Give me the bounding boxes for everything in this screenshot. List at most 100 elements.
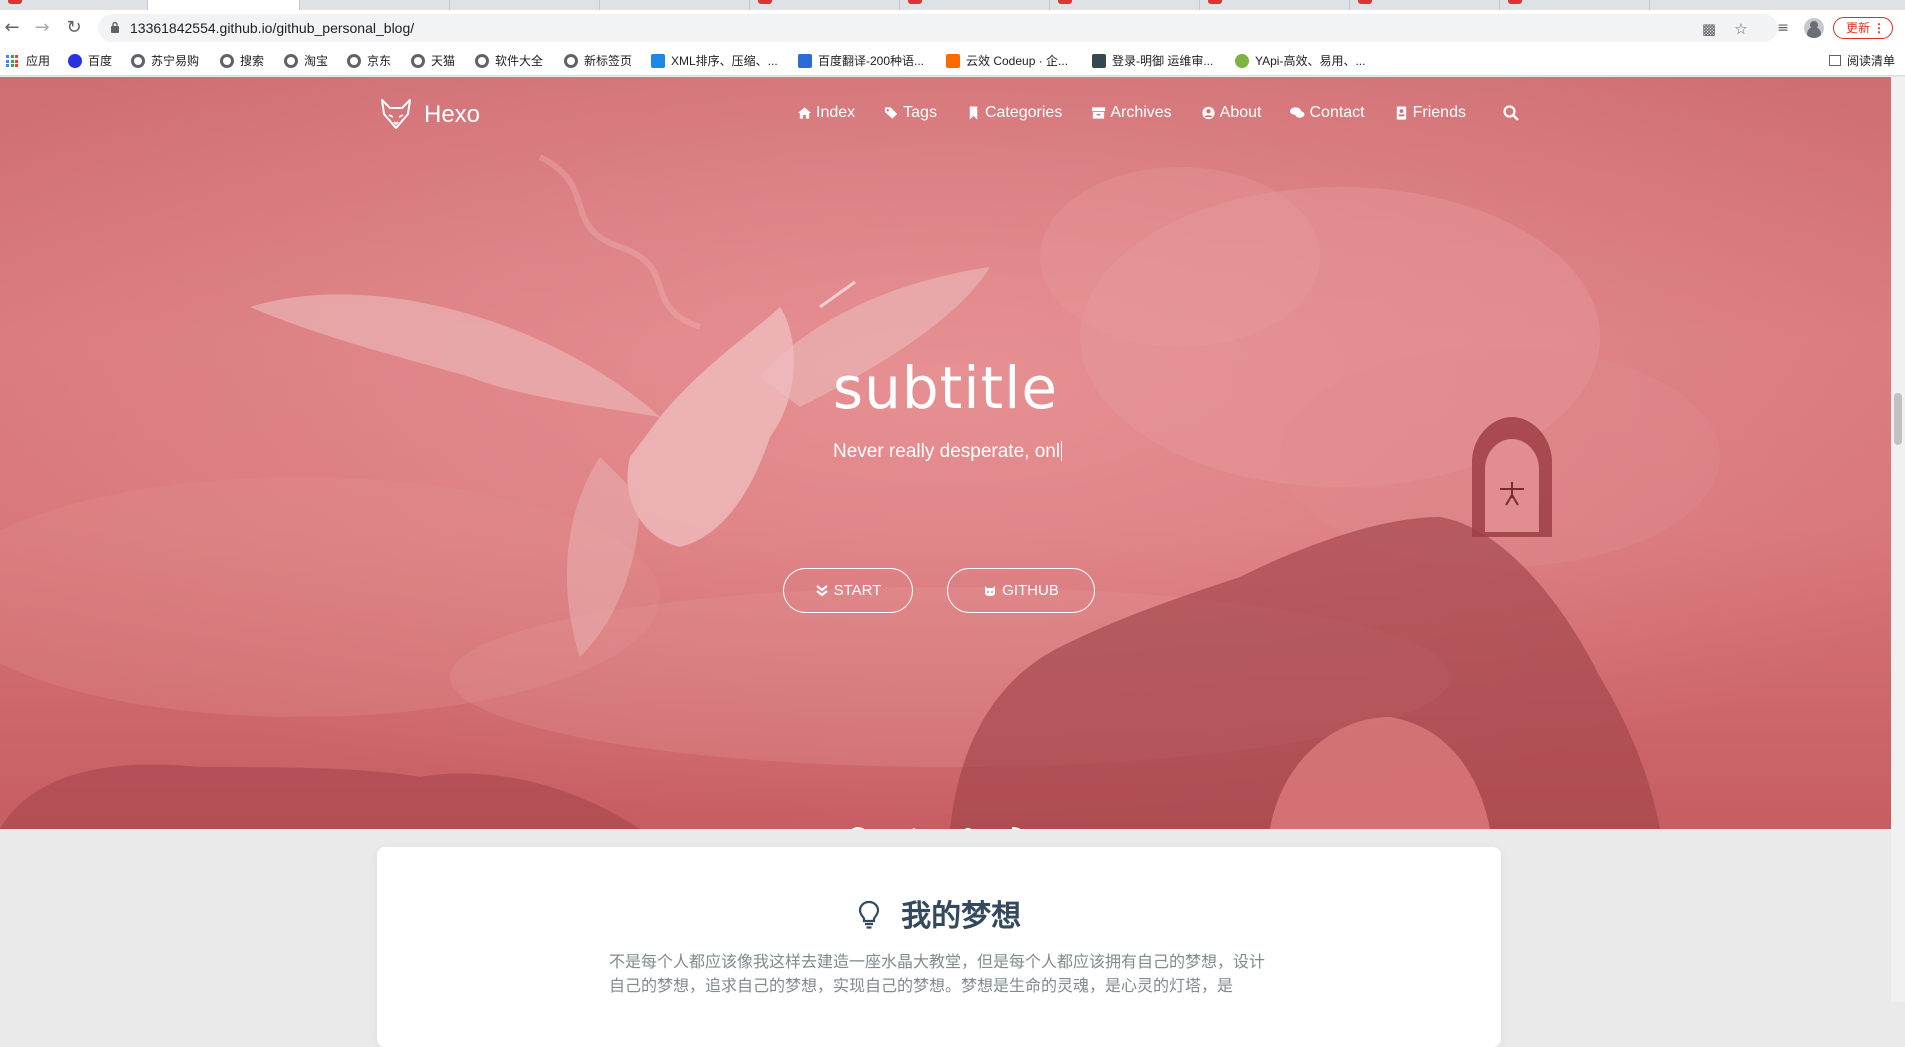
update-label: 更新: [1846, 21, 1871, 35]
typed-text: Never really desperate, onl: [833, 441, 1061, 462]
bookmarks-bar: 应用 百度 苏宁易购 搜索 淘宝 京东 天猫 软件大全 新标签页 XML排序、压…: [0, 46, 1905, 76]
bookmark-search[interactable]: 搜索: [220, 46, 264, 76]
start-label: START: [833, 582, 882, 599]
site-brand: Hexo: [424, 101, 481, 128]
back-icon[interactable]: ←: [0, 16, 24, 40]
bookmark-codeup[interactable]: 云效 Codeup · 企...: [946, 46, 1068, 76]
forward-icon[interactable]: →: [30, 16, 54, 40]
site-logo[interactable]: Hexo: [380, 95, 480, 135]
more-menu-icon: ⋮: [1873, 21, 1885, 35]
globe-icon: [220, 54, 234, 68]
bookmark-jd[interactable]: 京东: [347, 46, 391, 76]
browser-tab[interactable]: [0, 0, 148, 10]
translate-icon: [798, 54, 812, 68]
globe-icon: [284, 54, 298, 68]
browser-toolbar: ← → ↻ 13361842554.github.io/github_perso…: [0, 10, 1905, 46]
bookmark-tmall[interactable]: 天猫: [411, 46, 455, 76]
bookmark-yapi[interactable]: YApi-高效、易用、...: [1235, 46, 1365, 76]
codeup-icon: [946, 54, 960, 68]
address-book-icon: [1396, 106, 1406, 120]
bookmark-label: 京东: [367, 54, 392, 68]
browser-tab[interactable]: [1350, 0, 1500, 10]
search-icon[interactable]: [1503, 105, 1519, 121]
start-button[interactable]: START: [783, 568, 913, 613]
email-icon[interactable]: [903, 826, 925, 829]
globe-icon: [475, 54, 489, 68]
shield-icon: [1092, 54, 1106, 68]
nav-tags[interactable]: Tags: [884, 104, 937, 122]
bookmark-label: 新标签页: [584, 54, 633, 68]
qq-icon[interactable]: [957, 826, 979, 829]
home-icon: [797, 107, 812, 119]
globe-icon: [411, 54, 425, 68]
nav-categories[interactable]: Categories: [966, 104, 1062, 122]
bookmark-bastion[interactable]: 登录-明御 运维审...: [1092, 46, 1213, 76]
github-button[interactable]: GITHUB: [947, 568, 1095, 613]
nav-archives[interactable]: Archives: [1091, 104, 1172, 122]
translate-page-icon[interactable]: ▩: [1700, 20, 1718, 38]
reading-list-icon: [1828, 55, 1841, 66]
comments-icon: [1290, 107, 1306, 118]
browser-tab[interactable]: [600, 0, 750, 10]
nav-label: Contact: [1309, 104, 1365, 121]
nav-label: Index: [816, 104, 856, 121]
media-control-icon[interactable]: ≡: [1772, 17, 1794, 39]
nav-friends[interactable]: Friends: [1394, 104, 1466, 122]
browser-tab[interactable]: [1050, 0, 1200, 10]
browser-tab[interactable]: [750, 0, 900, 10]
baidu-icon: [68, 54, 82, 68]
address-bar[interactable]: 13361842554.github.io/github_personal_bl…: [98, 14, 1778, 42]
bookmark-star-icon[interactable]: ☆: [1732, 20, 1750, 38]
reading-list-label: 阅读清单: [1846, 54, 1895, 68]
bookmark-label: 搜索: [240, 54, 265, 68]
archive-icon: [1092, 107, 1106, 119]
nav-contact[interactable]: Contact: [1290, 104, 1365, 122]
fox-logo-icon: [381, 99, 411, 129]
nav-label: Tags: [903, 104, 937, 121]
browser-tab[interactable]: [1500, 0, 1650, 10]
card-body-text: 不是每个人都应该像我这样去建造一座水晶大教堂，但是每个人都应该拥有自己的梦想，设…: [609, 954, 1266, 995]
bookmark-label: 天猫: [431, 54, 456, 68]
browser-tab[interactable]: [900, 0, 1050, 10]
nav-index[interactable]: Index: [797, 104, 855, 122]
bookmark-label: XML排序、压缩、...: [671, 54, 778, 68]
github-icon[interactable]: [847, 826, 869, 829]
bookmark-label: YApi-高效、易用、...: [1255, 54, 1366, 68]
browser-tab[interactable]: [1200, 0, 1350, 10]
browser-tab[interactable]: [450, 0, 600, 10]
chevrons-down-icon: [815, 584, 828, 596]
bookmark-xml[interactable]: XML排序、压缩、...: [651, 46, 778, 76]
profile-avatar[interactable]: [1804, 18, 1824, 38]
browser-tab-active[interactable]: [148, 0, 300, 10]
github-label: GITHUB: [1002, 582, 1059, 599]
lightbulb-icon: [858, 900, 879, 929]
reload-icon[interactable]: ↻: [62, 16, 86, 40]
bookmark-label: 登录-明御 运维审...: [1112, 54, 1214, 68]
bookmark-label: 百度翻译-200种语...: [818, 54, 925, 68]
nav-about[interactable]: About: [1201, 104, 1262, 122]
nav-label: Archives: [1110, 104, 1172, 121]
bookmark-software[interactable]: 软件大全: [475, 46, 543, 76]
update-button[interactable]: 更新 ⋮: [1833, 17, 1893, 39]
bookmark-baidu[interactable]: 百度: [68, 46, 112, 76]
bookmark-translate[interactable]: 百度翻译-200种语...: [798, 46, 924, 76]
nav-label: About: [1219, 104, 1262, 121]
typing-caret: [1061, 441, 1063, 461]
globe-icon: [564, 54, 578, 68]
bookmark-label: 云效 Codeup · 企...: [966, 54, 1069, 68]
bookmark-taobao[interactable]: 淘宝: [284, 46, 328, 76]
hero-banner: Hexo Index Tags Categories Archives Abou…: [0, 77, 1891, 829]
scrollbar-thumb[interactable]: [1894, 393, 1902, 445]
bookmark-label: 苏宁易购: [151, 54, 200, 68]
reading-list-button[interactable]: 阅读清单: [1828, 46, 1895, 76]
hero-title: subtitle: [832, 354, 1059, 422]
bookmark-suning[interactable]: 苏宁易购: [131, 46, 199, 76]
dream-card: 我的梦想 不是每个人都应该像我这样去建造一座水晶大教堂，但是每个人都应该拥有自己…: [377, 847, 1501, 1047]
browser-tab[interactable]: [300, 0, 450, 10]
page-scrollbar[interactable]: [1891, 77, 1905, 1002]
tags-icon: [885, 107, 898, 119]
bookmark-apps[interactable]: 应用: [26, 46, 50, 76]
rss-icon[interactable]: [1010, 826, 1032, 829]
bookmark-newtab[interactable]: 新标签页: [564, 46, 632, 76]
xml-tool-icon: [651, 54, 665, 68]
